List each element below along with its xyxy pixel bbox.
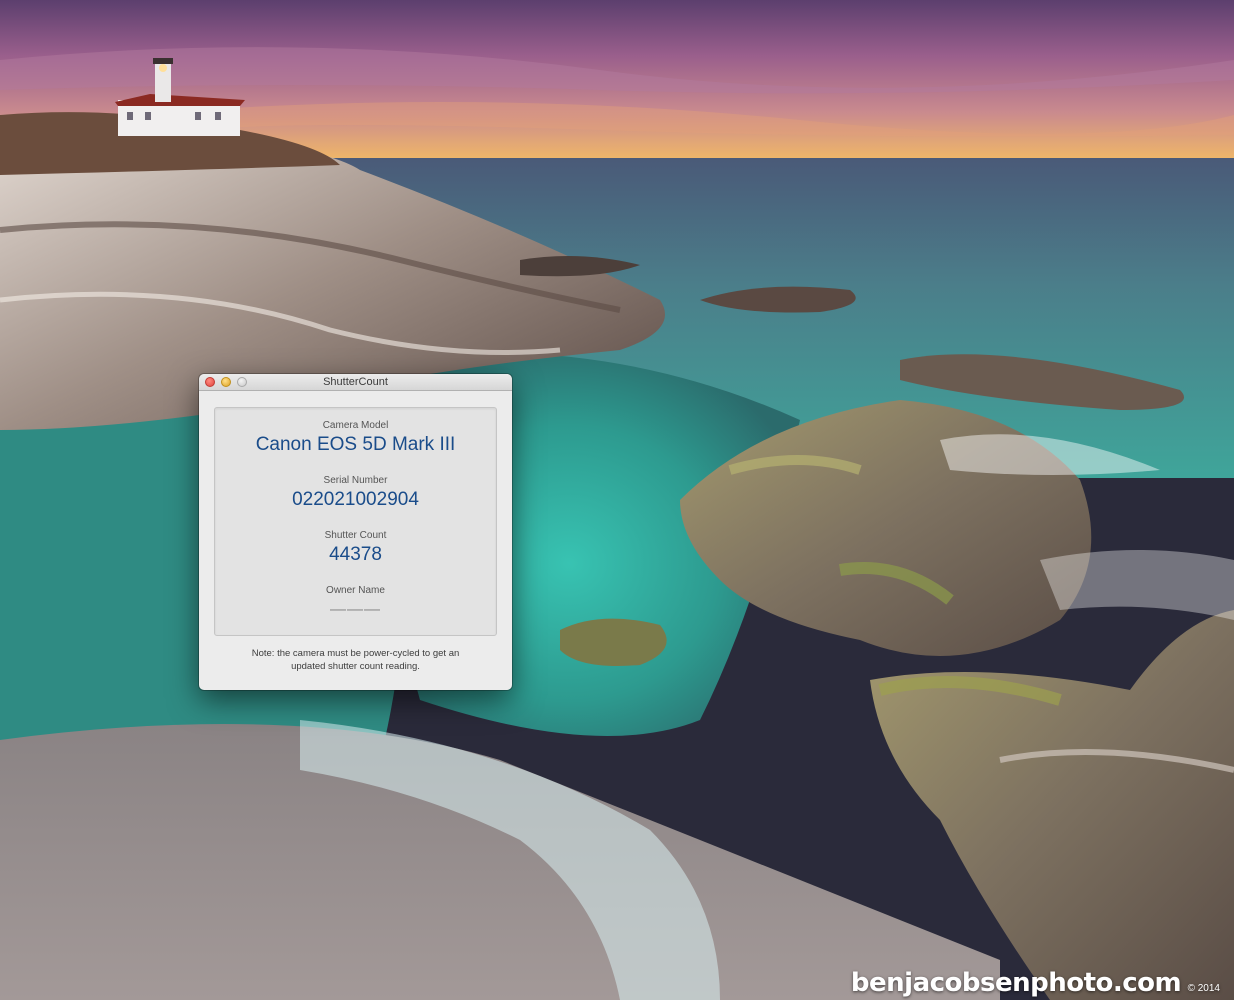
note-line-2: updated shutter count reading. [291,661,420,672]
serial-number-value: 022021002904 [292,489,419,510]
shuttercount-window: ShutterCount Camera Model Canon EOS 5D M… [199,374,512,690]
watermark-site: benjacobsenphoto.com [850,968,1182,998]
shutter-count-label: Shutter Count [324,530,387,541]
note-line-1: Note: the camera must be power-cycled to… [251,648,460,659]
camera-model-label: Camera Model [322,420,389,431]
shutter-count-value: 44378 [329,544,382,565]
power-cycle-note: Note: the camera must be power-cycled to… [219,647,492,673]
serial-number-label: Serial Number [323,475,388,486]
desktop: ShutterCount Camera Model Canon EOS 5D M… [0,0,1234,1000]
watermark-copyright: © 2014 [1187,983,1220,994]
window-title: ShutterCount [323,376,388,388]
owner-name-value: ——— [330,601,381,618]
desktop-wallpaper [0,0,1234,1000]
photographer-watermark: benjacobsenphoto.com © 2014 [851,968,1220,998]
owner-name-label: Owner Name [326,585,385,596]
camera-info-panel: Camera Model Canon EOS 5D Mark III Seria… [214,407,497,636]
window-titlebar[interactable]: ShutterCount [199,374,512,391]
camera-model-value: Canon EOS 5D Mark III [255,434,456,455]
